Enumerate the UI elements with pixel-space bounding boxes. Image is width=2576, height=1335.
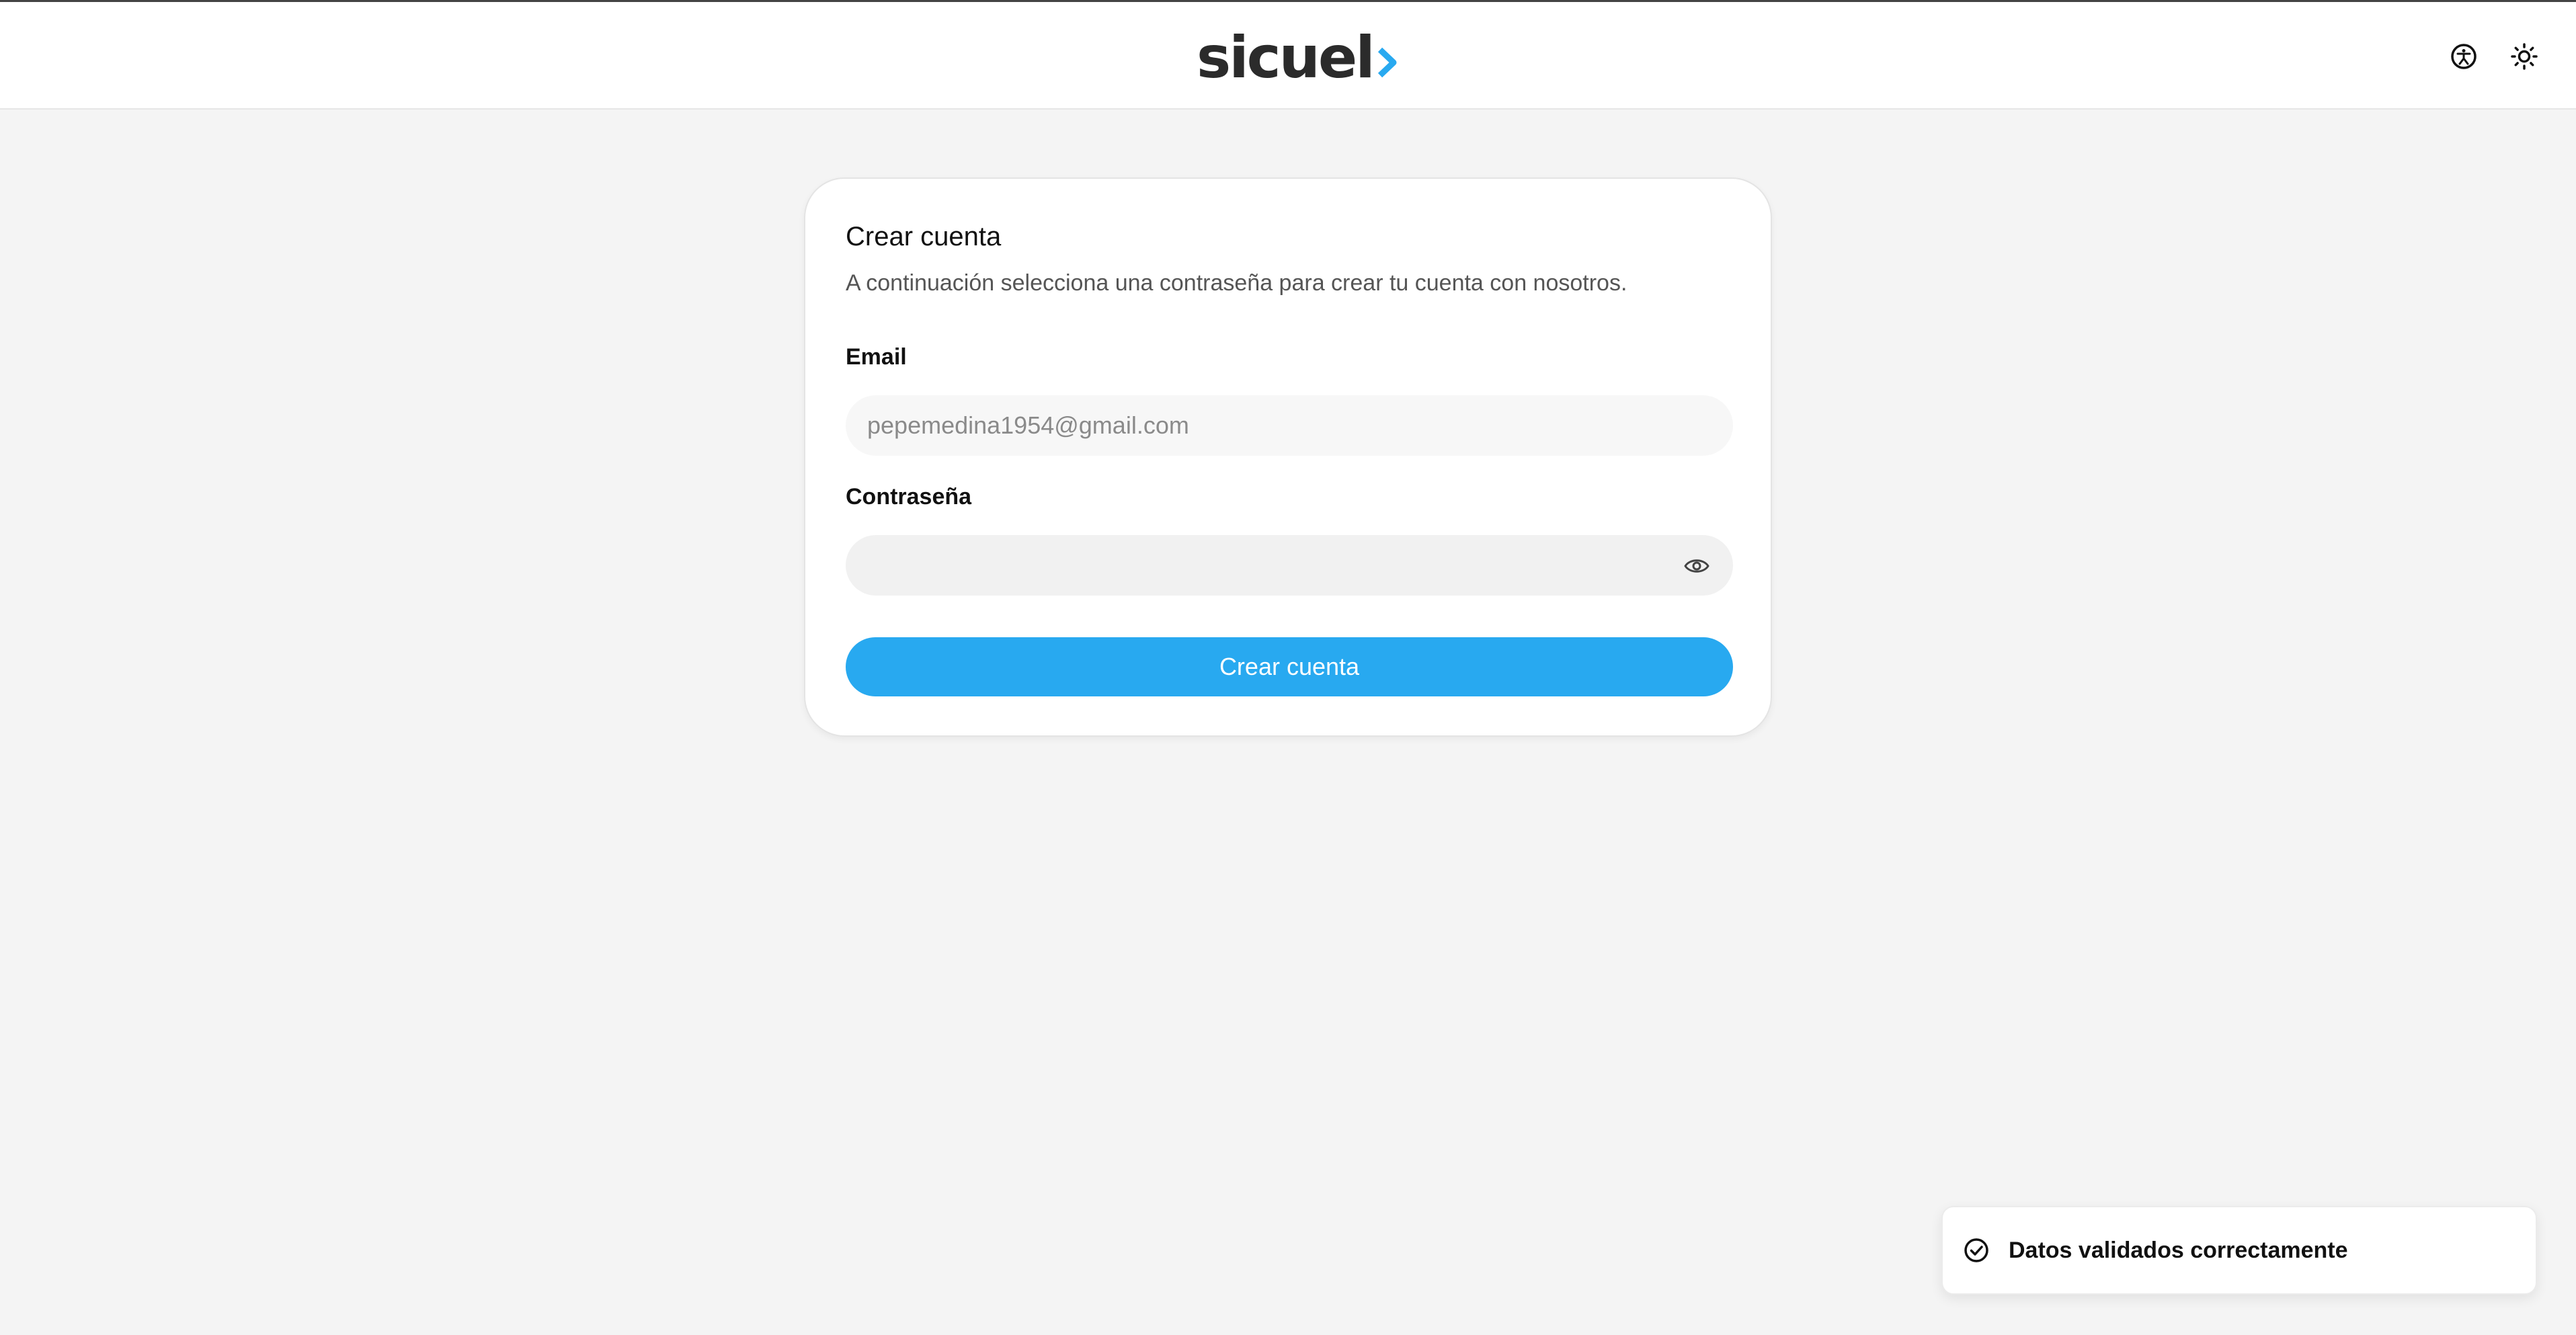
chevron-right-icon bbox=[1377, 47, 1397, 78]
toast-notification: Datos validados correctamente bbox=[1941, 1206, 2537, 1295]
password-label: Contraseña bbox=[846, 484, 972, 510]
email-field[interactable] bbox=[846, 395, 1733, 456]
toast-message: Datos validados correctamente bbox=[2009, 1237, 2348, 1263]
check-circle-icon bbox=[1964, 1238, 1988, 1262]
eye-icon[interactable] bbox=[1682, 551, 1712, 581]
logo-text: sicuel bbox=[1197, 24, 1375, 91]
brand-logo[interactable]: sicuel bbox=[1197, 28, 1398, 88]
form-title: Crear cuenta bbox=[846, 222, 1002, 251]
top-header: sicuel bbox=[0, 0, 2576, 110]
create-account-card: Crear cuenta A continuación selecciona u… bbox=[804, 177, 1772, 737]
accessibility-icon[interactable] bbox=[2447, 40, 2481, 73]
sun-icon[interactable] bbox=[2507, 40, 2541, 73]
email-label: Email bbox=[846, 344, 907, 370]
create-account-button[interactable]: Crear cuenta bbox=[846, 637, 1733, 696]
password-field[interactable] bbox=[846, 535, 1733, 596]
form-subtitle: A continuación selecciona una contraseña… bbox=[846, 270, 1627, 296]
